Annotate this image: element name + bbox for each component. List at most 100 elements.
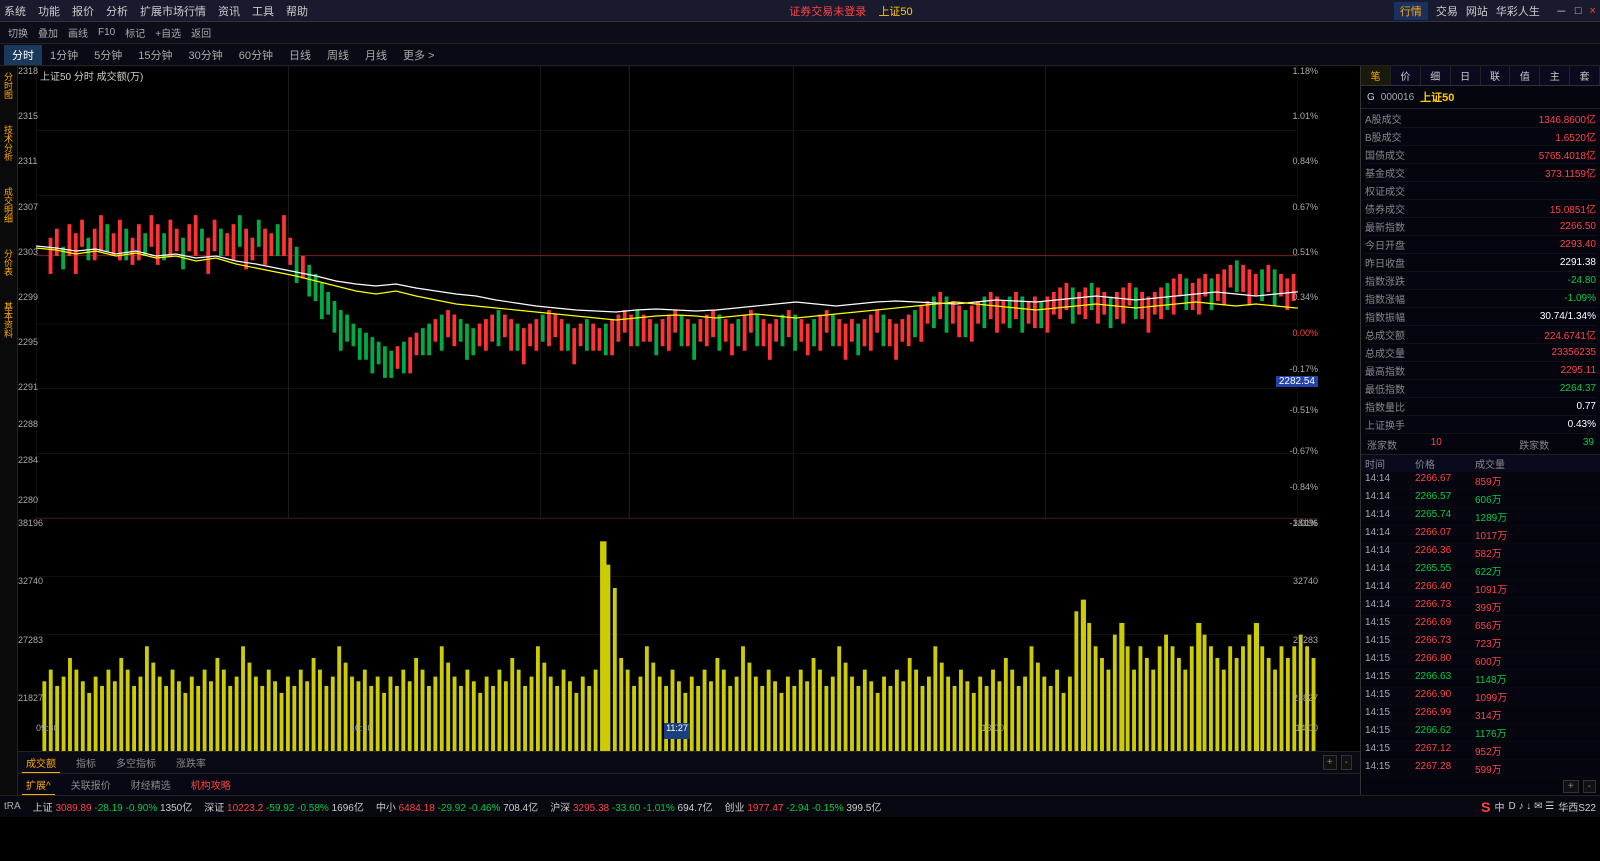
rat-related[interactable]: 联	[1481, 66, 1511, 85]
tab-longshort[interactable]: 多空指标	[112, 753, 160, 772]
tab-changerate[interactable]: 涨跌率	[172, 753, 210, 772]
scroll-minus[interactable]: -	[1341, 755, 1352, 770]
data-row-low: 最低指数 2264.37	[1365, 380, 1596, 398]
menu-news[interactable]: 资讯	[218, 3, 240, 19]
tab-weekly[interactable]: 周线	[319, 45, 357, 65]
sidebar-basic[interactable]: 基本资料	[2, 300, 15, 340]
trade-row: 14:15 2267.12 952万	[1361, 742, 1600, 760]
rat-pen[interactable]: 笔	[1361, 66, 1391, 85]
sidebar-technical[interactable]: 技术分析	[2, 123, 15, 163]
toolbar: 切换 叠加 画线 F10 标记 +自选 返回	[0, 22, 1600, 44]
tab-15min[interactable]: 15分钟	[130, 45, 180, 65]
bottom-status-bar: tRA 上证 3089.89 -28.19 -0.90% 1350亿 深证 10…	[0, 795, 1600, 817]
trade-row: 14:14 2266.57 606万	[1361, 490, 1600, 508]
rat-daily[interactable]: 日	[1451, 66, 1481, 85]
btn-overlay[interactable]: 叠加	[34, 24, 62, 41]
tab-related[interactable]: 关联报价	[67, 775, 115, 794]
tab-1min[interactable]: 1分钟	[42, 45, 86, 65]
tab-finance[interactable]: 财经精选	[127, 775, 175, 794]
data-row-bond2: 债券成交 15.0851亿	[1365, 200, 1596, 218]
menu-system[interactable]: 系统	[4, 3, 26, 19]
data-row-b-stock: B股成交 1.6520亿	[1365, 128, 1596, 146]
data-row-changepct: 指数涨幅 -1.09%	[1365, 290, 1596, 308]
btn-f10[interactable]: F10	[94, 26, 119, 39]
scroll-down-btn[interactable]: -	[1583, 780, 1596, 793]
tab-daily[interactable]: 日线	[281, 45, 319, 65]
btn-mark[interactable]: 标记	[121, 24, 149, 41]
sidebar-price[interactable]: 分价表	[2, 247, 15, 278]
btn-back[interactable]: 返回	[187, 24, 215, 41]
menu-analysis[interactable]: 分析	[106, 3, 128, 19]
scroll-controls: + -	[1361, 778, 1600, 795]
trade-row: 14:15 2266.62 1176万	[1361, 724, 1600, 742]
chart-bottom-tabs: 成交额 指标 多空指标 涨跌率 + -	[18, 751, 1360, 773]
scroll-nav: + -	[1323, 755, 1356, 770]
trade-row: 14:15 2267.28 599万	[1361, 760, 1600, 778]
btn-switch[interactable]: 切换	[4, 24, 32, 41]
btn-website[interactable]: 网站	[1466, 3, 1488, 19]
index-code: 000016	[1381, 92, 1414, 103]
btn-draw[interactable]: 画线	[64, 24, 92, 41]
data-row-open: 今日开盘 2293.40	[1365, 236, 1596, 254]
trade-row: 14:15 2266.69 656万	[1361, 616, 1600, 634]
btn-watchlist[interactable]: +自选	[151, 24, 185, 41]
status-hushen: 沪深 3295.38 -33.60 -1.01% 694.7亿	[550, 799, 712, 814]
scroll-plus[interactable]: +	[1323, 755, 1337, 770]
tab-60min[interactable]: 60分钟	[231, 45, 281, 65]
data-row-prev-close: 昨日收盘 2291.38	[1365, 254, 1596, 272]
menu-help[interactable]: 帮助	[286, 3, 308, 19]
status-chuangye: 创业 1977.47 -2.94 -0.15% 399.5亿	[725, 799, 882, 814]
status-zhong: 中	[1495, 799, 1505, 814]
menu-tools[interactable]: 工具	[252, 3, 274, 19]
menu-market[interactable]: 扩展市场行情	[140, 3, 206, 19]
current-price-label: 2282.54	[1276, 376, 1318, 387]
tab-monthly[interactable]: 月线	[357, 45, 395, 65]
trade-row: 14:15 2266.90 1099万	[1361, 688, 1600, 706]
index-header: G 000016 上证50	[1361, 86, 1600, 109]
trade-row: 14:14 2266.07 1017万	[1361, 526, 1600, 544]
tab-more[interactable]: 更多 >	[395, 45, 442, 65]
menu-quote[interactable]: 报价	[72, 3, 94, 19]
sidebar-trades[interactable]: 成交明细	[2, 185, 15, 225]
btn-hq[interactable]: 行情	[1394, 2, 1428, 20]
tab-expand[interactable]: 扩展^	[22, 775, 55, 795]
tab-indicator[interactable]: 指标	[72, 753, 100, 772]
tab-volume-amount[interactable]: 成交额	[22, 753, 60, 773]
btn-huacai[interactable]: 华彩人生	[1496, 3, 1540, 19]
btn-minimize[interactable]: －	[1556, 3, 1567, 19]
tab-30min[interactable]: 30分钟	[181, 45, 231, 65]
rat-detail[interactable]: 细	[1421, 66, 1451, 85]
btn-trade[interactable]: 交易	[1436, 3, 1458, 19]
tab-strategy[interactable]: 机构攻略	[187, 775, 235, 794]
sidebar-fenshi[interactable]: 分时图	[2, 70, 15, 101]
chart-main: 上证50 分时 成交额(万) 2282.54	[18, 66, 1360, 795]
top-menu-bar: 系统 功能 报价 分析 扩展市场行情 资讯 工具 帮助 证券交易未登录 上证50…	[0, 0, 1600, 22]
rat-main[interactable]: 主	[1540, 66, 1570, 85]
rat-price[interactable]: 价	[1391, 66, 1421, 85]
rat-value[interactable]: 值	[1510, 66, 1540, 85]
menu-function[interactable]: 功能	[38, 3, 60, 19]
tab-fenshitime[interactable]: 分时	[4, 45, 42, 65]
btn-close[interactable]: ×	[1590, 5, 1596, 17]
data-row-total-vol: 总成交量 23356235	[1365, 344, 1596, 362]
trade-row: 14:15 2266.63 1148万	[1361, 670, 1600, 688]
btn-maximize[interactable]: □	[1575, 5, 1582, 17]
main-layout: 分时图 技术分析 成交明细 分价表 基本资料 上证50 分时 成交额(万) 22…	[0, 66, 1600, 795]
data-row-high: 最高指数 2295.11	[1365, 362, 1596, 380]
status-zxzz: 中小 6484.18 -29.92 -0.46% 708.4亿	[376, 799, 538, 814]
trade-list: 时间 价格 成交量 14:14 2266.67 859万 14:14 2266.…	[1361, 455, 1600, 778]
rat-set[interactable]: 套	[1570, 66, 1600, 85]
ud-row: 涨家数 10 跌家数 39	[1361, 435, 1600, 455]
trade-row: 14:15 2266.80 600万	[1361, 652, 1600, 670]
huaxi-brand: 华西S22	[1558, 799, 1596, 814]
scroll-up-btn[interactable]: +	[1563, 780, 1579, 793]
time-tabs: 分时 1分钟 5分钟 15分钟 30分钟 60分钟 日线 周线 月线 更多 >	[0, 44, 1600, 66]
trade-row: 14:14 2265.74 1289万	[1361, 508, 1600, 526]
right-action-tabs: 笔 价 细 日 联 值 主 套	[1361, 66, 1600, 86]
tab-5min[interactable]: 5分钟	[86, 45, 130, 65]
data-row-total-amount: 总成交额 224.6741亿	[1365, 326, 1596, 344]
chart-expand-tabs: 扩展^ 关联报价 财经精选 机构攻略	[18, 773, 1360, 795]
index-name: 上证50	[1420, 89, 1454, 105]
trade-row: 14:14 2266.67 859万	[1361, 472, 1600, 490]
time-axis: 09:30 10:30 11:27 13:00 14:00	[36, 723, 1318, 739]
